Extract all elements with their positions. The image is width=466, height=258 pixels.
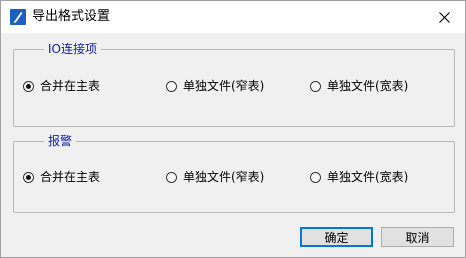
radio-label: 单独文件(窄表) (183, 170, 265, 184)
ok-button[interactable]: 确定 (300, 227, 373, 247)
radio-indicator[interactable] (310, 80, 321, 92)
radio-indicator[interactable] (310, 171, 321, 183)
radio-indicator[interactable] (166, 80, 177, 92)
radio-label: 单独文件(宽表) (327, 79, 409, 93)
alarm-group: 报警 合并在主表 单独文件(窄表) 单独文件(宽表) (13, 133, 455, 213)
export-format-dialog: 导出格式设置 IO连接项 合并在主表 单独文件(窄表) 单独文件(宽表) 报警 … (0, 0, 466, 258)
radio-indicator[interactable] (23, 80, 34, 92)
close-icon (438, 11, 450, 23)
group-title-io: IO连接项 (44, 41, 101, 57)
cancel-button[interactable]: 取消 (381, 227, 454, 247)
title-bar[interactable]: 导出格式设置 (1, 1, 465, 33)
radio-indicator[interactable] (166, 171, 177, 183)
radio-indicator[interactable] (23, 171, 34, 183)
window-title: 导出格式设置 (32, 9, 111, 24)
app-icon (10, 9, 26, 25)
radio-label: 合并在主表 (40, 79, 101, 93)
group-title-alarm: 报警 (44, 133, 77, 149)
radio-io-merge-main[interactable]: 合并在主表 (23, 78, 100, 94)
radio-label: 合并在主表 (40, 170, 101, 184)
close-button[interactable] (423, 1, 465, 33)
io-connection-group: IO连接项 合并在主表 单独文件(窄表) 单独文件(宽表) (13, 41, 455, 127)
radio-io-separate-narrow[interactable]: 单独文件(窄表) (166, 78, 264, 94)
radio-alarm-separate-wide[interactable]: 单独文件(宽表) (310, 169, 408, 185)
radio-alarm-separate-narrow[interactable]: 单独文件(窄表) (166, 169, 264, 185)
radio-label: 单独文件(宽表) (327, 170, 409, 184)
radio-label: 单独文件(窄表) (183, 79, 265, 93)
radio-alarm-merge-main[interactable]: 合并在主表 (23, 169, 100, 185)
radio-io-separate-wide[interactable]: 单独文件(宽表) (310, 78, 408, 94)
